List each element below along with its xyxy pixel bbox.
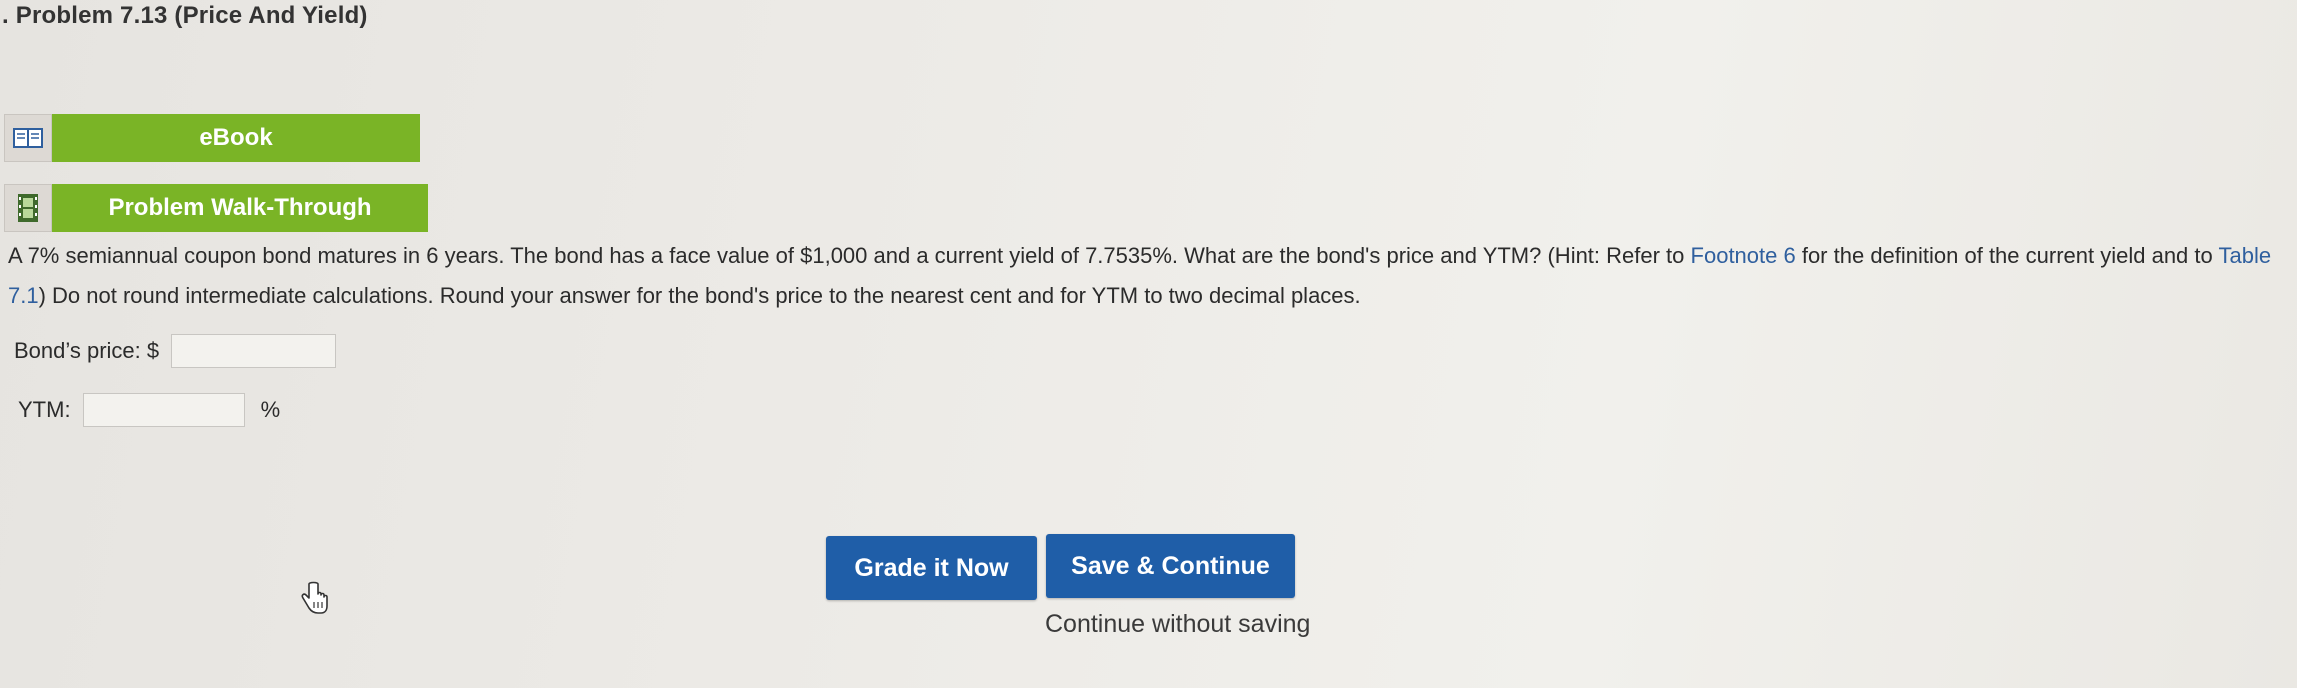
continue-without-saving-link[interactable]: Continue without saving [1045,610,1310,639]
problem-text-1: A 7% semiannual coupon bond matures in 6… [8,243,1691,268]
ytm-label: YTM: [18,397,71,422]
page-title: . Problem 7.13 (Price And Yield) [2,2,368,29]
problem-text-2: for the definition of the current yield … [1795,243,2219,268]
grade-it-now-button[interactable]: Grade it Now [826,536,1037,600]
walkthrough-resource[interactable]: Problem Walk-Through [4,184,428,232]
ebook-button[interactable]: eBook [52,114,420,162]
bond-price-input[interactable] [171,334,337,368]
walkthrough-button[interactable]: Problem Walk-Through [52,184,428,232]
film-icon [4,184,52,232]
ytm-percent-unit: % [260,397,281,422]
bond-price-label: Bond’s price: $ [14,338,160,363]
problem-text-3: ) Do not round intermediate calculations… [38,283,1361,308]
problem-statement: A 7% semiannual coupon bond matures in 6… [8,236,2293,316]
ytm-row: YTM: % [18,393,280,427]
book-icon [4,114,52,162]
save-continue-button[interactable]: Save & Continue [1046,534,1295,598]
hand-cursor-icon [297,580,331,621]
ytm-input[interactable] [82,393,245,427]
ebook-resource[interactable]: eBook [4,114,420,162]
bond-price-row: Bond’s price: $ [14,334,337,368]
footnote-6-link[interactable]: Footnote 6 [1691,243,1796,268]
